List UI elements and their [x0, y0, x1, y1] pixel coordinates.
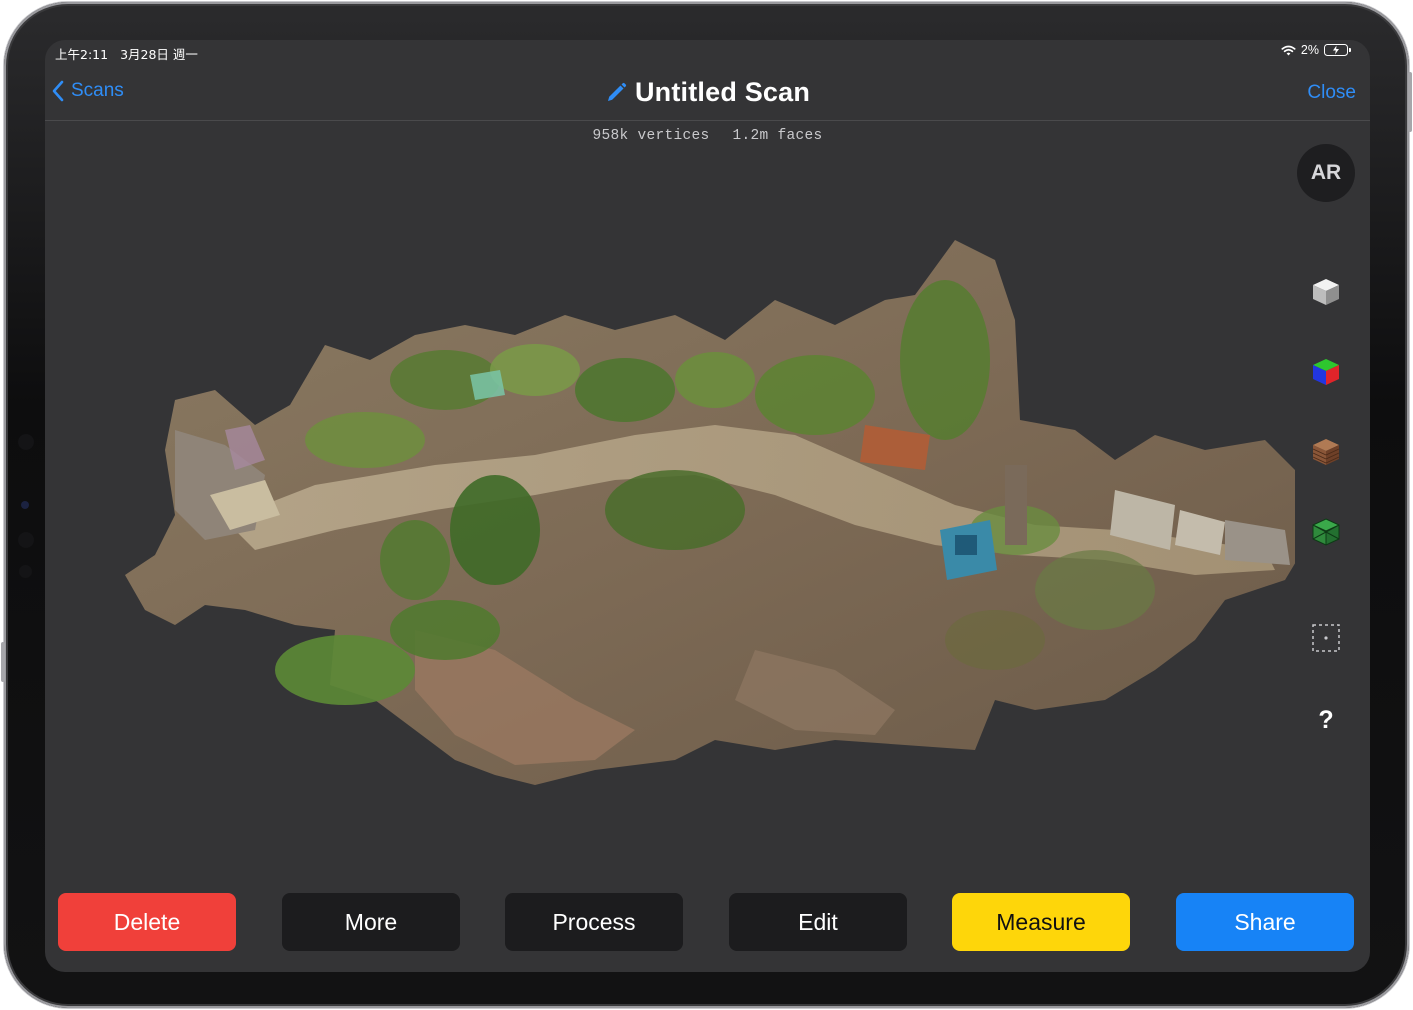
page-title: Untitled Scan	[634, 77, 811, 107]
action-bar: Delete More Process Edit Measure Share	[58, 893, 1355, 952]
battery-charging-icon	[1324, 44, 1351, 56]
help-button[interactable]: ?	[1310, 704, 1342, 736]
status-time: 上午2:11 3月28日 週一	[55, 44, 198, 63]
bounding-box-icon[interactable]	[1310, 622, 1342, 654]
textured-cube-icon[interactable]	[1310, 436, 1342, 468]
navigation-bar: Scans Untitled Scan Close	[45, 68, 1370, 121]
mesh-stats: 958k vertices 1.2m faces	[45, 128, 1370, 144]
rgb-cube-icon[interactable]	[1310, 356, 1342, 388]
delete-button[interactable]: Delete	[58, 893, 236, 951]
status-bar: 上午2:11 3月28日 週一 2%	[45, 40, 1370, 64]
app-screen: 上午2:11 3月28日 週一 2% Scans Untitled Scan C…	[45, 40, 1370, 972]
3d-scan-model-view[interactable]	[115, 230, 1295, 790]
wireframe-cube-icon[interactable]	[1310, 516, 1342, 548]
pencil-icon[interactable]	[605, 82, 627, 104]
sensor-dot	[18, 532, 34, 548]
title-group[interactable]: Untitled Scan	[45, 77, 1370, 108]
solid-cube-icon[interactable]	[1310, 276, 1342, 308]
volume-button	[1, 642, 5, 682]
sensor-dot	[19, 565, 32, 578]
measure-button[interactable]: Measure	[952, 893, 1130, 951]
status-date: 3月28日 週一	[120, 47, 198, 62]
status-indicators: 2%	[1281, 43, 1351, 57]
camera-dot	[18, 434, 34, 450]
more-button[interactable]: More	[282, 893, 460, 951]
battery-percent: 2%	[1300, 43, 1319, 57]
power-button	[1408, 72, 1412, 132]
share-button[interactable]: Share	[1176, 893, 1354, 951]
camera-lens	[21, 501, 29, 509]
wifi-icon	[1281, 45, 1296, 55]
close-button[interactable]: Close	[1307, 82, 1356, 104]
ar-button[interactable]: AR	[1297, 144, 1355, 202]
vertex-count: 958k vertices	[592, 128, 710, 144]
face-count: 1.2m faces	[732, 128, 823, 144]
process-button[interactable]: Process	[505, 893, 683, 951]
status-clock: 上午2:11	[55, 47, 109, 62]
edit-button[interactable]: Edit	[729, 893, 907, 951]
